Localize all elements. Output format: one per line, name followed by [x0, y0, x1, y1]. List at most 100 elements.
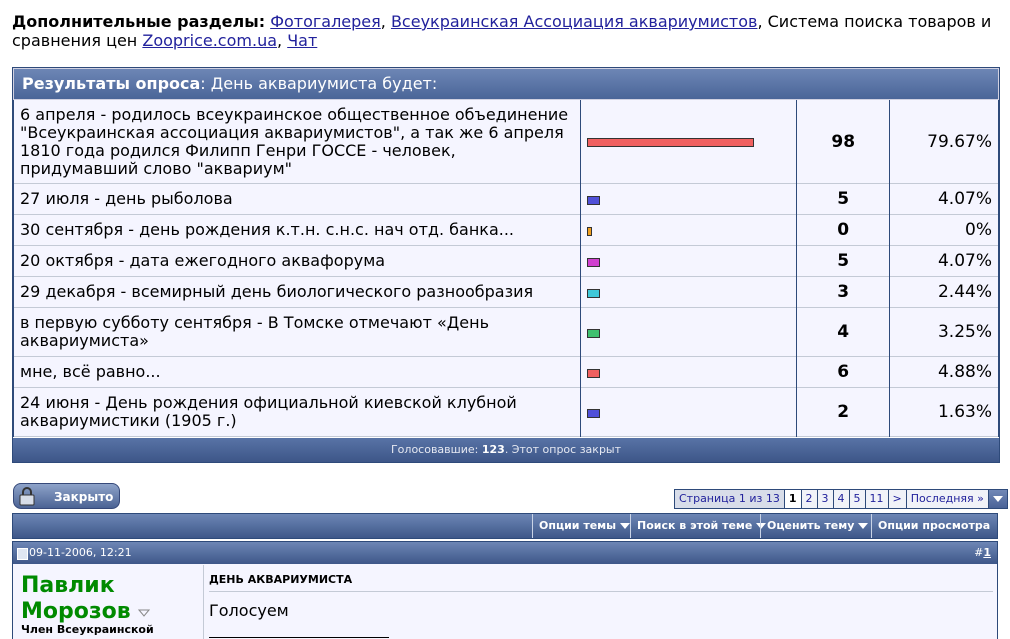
poll-bar: [586, 226, 592, 236]
poll-vote-percent: 4.07%: [890, 184, 998, 215]
page-link-current[interactable]: 1: [784, 490, 801, 508]
page-jump-dropdown[interactable]: [988, 490, 1007, 508]
closed-label: Закрыто: [54, 490, 114, 504]
poll-bar-cell: [580, 277, 796, 308]
search-thread-menu[interactable]: Поиск в этой теме: [630, 514, 772, 538]
poll-vote-count: 2: [796, 388, 890, 437]
poll-vote-percent: 4.07%: [890, 246, 998, 277]
poll-vote-percent: 1.63%: [890, 388, 998, 437]
poll-option-row: 27 июля - день рыболова 5 4.07%: [14, 184, 998, 215]
page-link[interactable]: 4: [833, 490, 849, 508]
separator: ,: [277, 31, 283, 50]
poll-option-row: 6 апреля - родилось всеукраинское общест…: [14, 100, 998, 184]
page-link[interactable]: 3: [817, 490, 833, 508]
poll-option-row: в первую субботу сентября - В Томске отм…: [14, 308, 998, 357]
poll-bar: [586, 138, 754, 147]
view-options-menu[interactable]: Опции просмотра: [871, 514, 997, 553]
post: 09-11-2006, 12:21 #1 Павлик Морозов Член…: [12, 541, 998, 639]
lock-icon: [19, 487, 35, 506]
page-link[interactable]: 5: [849, 490, 865, 508]
post-header: 09-11-2006, 12:21 #1: [13, 542, 997, 564]
poll-bar: [586, 195, 600, 205]
poll-option-text: 30 сентября - день рождения к.т.н. с.н.с…: [14, 215, 580, 246]
rate-thread-menu[interactable]: Оценить тему: [760, 514, 874, 538]
thread-options-label: Опции темы: [539, 519, 617, 532]
post-number: #1: [974, 542, 991, 564]
divider: [209, 591, 993, 592]
poll-vote-count: 6: [796, 357, 890, 388]
poll-option-text: мне, всё равно...: [14, 357, 580, 388]
user-info: Павлик Морозов Член Всеукраинской: [13, 565, 204, 639]
view-options-label: Опции просмотра: [878, 519, 991, 532]
poll-vote-count: 98: [796, 100, 890, 184]
poll-bar: [586, 368, 600, 378]
post-icon: [17, 548, 28, 560]
additional-sections: Дополнительные разделы: Фотогалерея, Все…: [12, 12, 997, 50]
closed-thread-button[interactable]: Закрыто: [13, 483, 120, 509]
poll-option-row: 30 сентября - день рождения к.т.н. с.н.с…: [14, 215, 998, 246]
separator: ,: [380, 12, 386, 31]
link-chat[interactable]: Чат: [287, 31, 317, 50]
poll-bar: [586, 408, 600, 418]
poll-header: Результаты опроса: День аквариумиста буд…: [13, 68, 999, 100]
page-link[interactable]: 2: [801, 490, 817, 508]
poll-option-row: 24 июня - День рождения официальной киев…: [14, 388, 998, 437]
thread-options-menu[interactable]: Опции темы: [532, 514, 636, 538]
username: Павлик Морозов: [21, 573, 131, 624]
poll-vote-count: 4: [796, 308, 890, 357]
last-page-link[interactable]: Последняя »: [906, 490, 988, 508]
poll-vote-percent: 3.25%: [890, 308, 998, 357]
additional-sections-label: Дополнительные разделы:: [12, 12, 266, 31]
poll-question: : День аквариумиста будет:: [200, 74, 438, 93]
user-title: Член Всеукраинской: [21, 623, 154, 636]
poll-results: Результаты опроса: День аквариумиста буд…: [12, 67, 1000, 463]
poll-bar-cell: [580, 308, 796, 357]
post-text: Голосуем: [209, 601, 289, 620]
poll-bar-cell: [580, 215, 796, 246]
search-thread-label: Поиск в этой теме: [637, 519, 753, 532]
page-info: Страница 1 из 13: [675, 490, 784, 508]
link-aquarist-association[interactable]: Всеукраинская Ассоциация аквариумистов: [391, 12, 758, 31]
poll-vote-count: 3: [796, 277, 890, 308]
post-number-prefix: #: [974, 546, 984, 559]
poll-bar: [586, 257, 600, 267]
next-page-link[interactable]: >: [888, 490, 906, 508]
poll-bar-cell: [580, 184, 796, 215]
poll-vote-count: 0: [796, 215, 890, 246]
poll-options-table: 6 апреля - родилось всеукраинское общест…: [13, 100, 999, 437]
poll-vote-percent: 2.44%: [890, 277, 998, 308]
poll-vote-percent: 4.88%: [890, 357, 998, 388]
poll-vote-count: 5: [796, 184, 890, 215]
poll-vote-count: 5: [796, 246, 890, 277]
voters-label: Голосовавшие:: [390, 443, 479, 456]
page-link[interactable]: 11: [865, 490, 888, 508]
signature-divider: [209, 637, 389, 638]
thread-tools-bar: Опции темы Поиск в этой теме Оценить тем…: [12, 513, 998, 553]
poll-option-row: мне, всё равно... 6 4.88%: [14, 357, 998, 388]
rate-thread-label: Оценить тему: [767, 519, 855, 532]
post-number-link[interactable]: 1: [983, 546, 991, 559]
poll-bar-cell: [580, 388, 796, 437]
chevron-down-icon: [858, 523, 869, 529]
poll-bar: [586, 288, 600, 298]
pagination: Страница 1 из 13 1 2 3 4 5 11 > Последня…: [674, 489, 1008, 509]
link-photo-gallery[interactable]: Фотогалерея: [270, 12, 381, 31]
username-link[interactable]: Павлик Морозов: [21, 573, 203, 625]
chevron-down-icon: [620, 523, 631, 529]
poll-option-text: в первую субботу сентября - В Томске отм…: [14, 308, 580, 357]
poll-footer: Голосовавшие: 123. Этот опрос закрыт: [13, 437, 999, 462]
poll-status: . Этот опрос закрыт: [504, 443, 622, 456]
poll-option-text: 29 декабря - всемирный день биологическо…: [14, 277, 580, 308]
poll-option-row: 20 октября - дата ежегодного аквафорума 5…: [14, 246, 998, 277]
post-message: ДЕНЬ АКВАРИУМИСТА Голосуем: [209, 565, 993, 639]
poll-header-label: Результаты опроса: [22, 74, 201, 93]
chevron-down-icon: [992, 496, 1003, 502]
poll-option-text: 20 октября - дата ежегодного аквафорума: [14, 246, 580, 277]
link-zooprice[interactable]: Zooprice.com.ua: [142, 31, 277, 50]
post-title: ДЕНЬ АКВАРИУМИСТА: [209, 573, 353, 586]
poll-bar-cell: [580, 246, 796, 277]
poll-option-text: 6 апреля - родилось всеукраинское общест…: [14, 100, 580, 184]
chevron-down-icon[interactable]: [138, 608, 151, 618]
poll-bar-cell: [580, 357, 796, 388]
post-date: 09-11-2006, 12:21: [29, 546, 132, 559]
